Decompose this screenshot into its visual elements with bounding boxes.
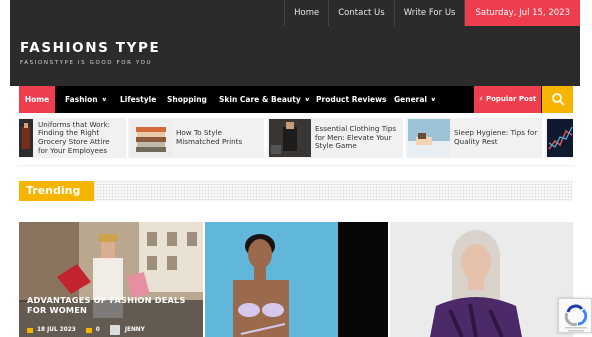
- top-link-home[interactable]: Home: [284, 0, 328, 26]
- chevron-down-icon: ∨: [304, 97, 310, 103]
- card-image: [19, 222, 203, 337]
- top-navigation: Home Contact Us Write For Us Saturday, J…: [284, 0, 580, 26]
- search-icon: [551, 93, 564, 106]
- site-title[interactable]: FASHIONS TYPE: [20, 40, 160, 56]
- ticker-item[interactable]: Uniforms that Work: Finding the Right Groc…: [19, 118, 126, 158]
- top-link-contact-us[interactable]: Contact Us: [328, 0, 393, 26]
- nav-item-shopping[interactable]: Shopping: [167, 86, 207, 113]
- ticker-title: Uniforms that Work: Finding the Right Groc…: [38, 119, 111, 155]
- main-navigation: Home Fashion ∨ Lifestyle Shopping Skin Ca…: [19, 86, 573, 113]
- trending-header-bar: [19, 181, 573, 201]
- trending-card[interactable]: [205, 222, 388, 337]
- chevron-down-icon: ∨: [100, 97, 107, 103]
- card-image: [390, 222, 573, 337]
- card-author[interactable]: JENNY: [125, 327, 145, 333]
- nav-item-skin-care-beauty[interactable]: Skin Care & Beauty ∨: [219, 86, 310, 113]
- nav-item-label: Product Reviews: [316, 95, 387, 104]
- header: Home Contact Us Write For Us Saturday, J…: [0, 0, 592, 86]
- top-link-write-for-us[interactable]: Write For Us: [393, 0, 465, 26]
- nav-item-product-reviews[interactable]: Product Reviews: [316, 86, 387, 113]
- current-date: Saturday, Jul 15, 2023: [464, 0, 580, 26]
- ticker-thumbnail: [547, 119, 573, 157]
- nav-item-label: Home: [24, 95, 50, 104]
- comment-icon: [85, 327, 92, 333]
- recaptcha-badge[interactable]: [558, 298, 592, 333]
- lightning-icon: ⚡: [478, 95, 484, 103]
- nav-item-label: General: [394, 95, 427, 104]
- card-image: [205, 222, 388, 337]
- recaptcha-icon: [564, 304, 588, 332]
- post-ticker: Uniforms that Work: Finding the Right Groc…: [19, 118, 573, 158]
- popular-post-button[interactable]: ⚡ Popular Post: [474, 86, 541, 113]
- ticker-item[interactable]: How To Style Mismatched Prints: [128, 118, 264, 158]
- author-avatar: [109, 325, 120, 335]
- nav-item-fashion[interactable]: Fashion ∨: [65, 86, 107, 113]
- ticker-title: Essential Clothing Tips for Men: Elevate …: [315, 124, 397, 151]
- ticker-thumbnail: [130, 119, 172, 157]
- divider: [19, 165, 573, 166]
- ticker-thumbnail: [408, 119, 450, 157]
- nav-item-label: Lifestyle: [120, 95, 157, 104]
- ticker-title: How To Style Mismatched Prints: [176, 128, 243, 146]
- nav-item-lifestyle[interactable]: Lifestyle: [120, 86, 156, 113]
- nav-item-label: Skin Care & Beauty: [219, 95, 301, 104]
- trending-card[interactable]: ADVANTAGES OF FASHION DEALS FOR WOMEN 18 …: [19, 222, 203, 337]
- chevron-down-icon: ∨: [430, 97, 437, 103]
- search-button[interactable]: [542, 86, 573, 113]
- page: Home Contact Us Write For Us Saturday, J…: [0, 0, 592, 337]
- nav-item-general[interactable]: General ∨: [394, 86, 437, 113]
- ticker-title: Sleep Hygiene: Tips for Quality Rest: [454, 128, 538, 146]
- nav-item-home[interactable]: Home: [19, 86, 55, 113]
- ticker-item[interactable]: Essential Clothing Tips for Men: Elevate …: [267, 118, 403, 158]
- ticker-item[interactable]: [545, 118, 573, 158]
- card-date: 18 JUL 2023: [37, 327, 76, 333]
- nav-item-label: Fashion: [65, 95, 98, 104]
- calendar-icon: [27, 327, 33, 333]
- card-title[interactable]: ADVANTAGES OF FASHION DEALS FOR WOMEN: [27, 295, 197, 315]
- ticker-thumbnail: [269, 119, 311, 157]
- site-tagline: FASIONSTYPE IS GOOD FOR YOU: [20, 60, 153, 66]
- card-meta: 18 JUL 2023 0 JENNY: [27, 325, 145, 335]
- popular-post-label: Popular Post: [485, 95, 537, 103]
- trending-label: Trending: [19, 181, 94, 201]
- trending-card[interactable]: [390, 222, 573, 337]
- card-comments: 0: [95, 327, 100, 333]
- nav-item-label: Shopping: [167, 95, 207, 104]
- ticker-item[interactable]: Sleep Hygiene: Tips for Quality Rest: [406, 118, 542, 158]
- ticker-thumbnail: [19, 119, 33, 157]
